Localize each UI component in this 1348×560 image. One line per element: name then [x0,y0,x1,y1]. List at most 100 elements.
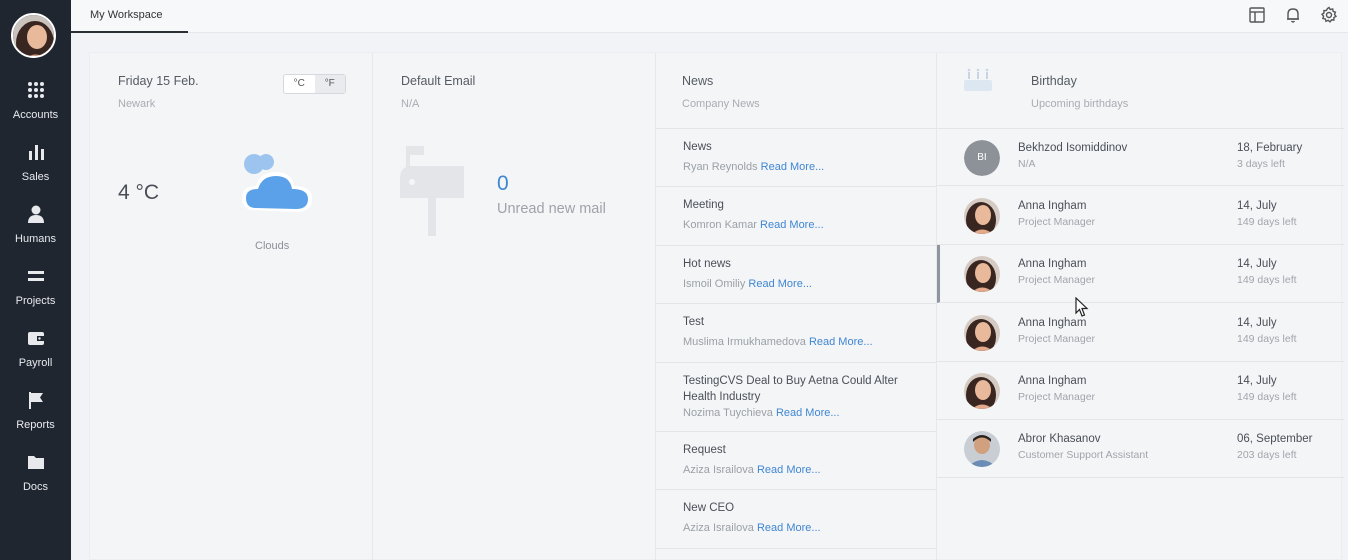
days-left: 149 days left [1237,391,1297,403]
birthday-row[interactable]: Anna Ingham Project Manager 14, July 149… [937,245,1344,303]
unread-mail-count[interactable]: 0 [497,172,509,196]
fahrenheit-option[interactable]: °F [314,75,345,93]
news-item-title: Meeting [683,199,724,211]
days-left: 149 days left [1237,333,1297,345]
birthday-date: 14, July [1237,258,1277,270]
news-item[interactable]: Meeting Komron Kamar Read More... [656,187,937,246]
temperature-value: 4 °C [118,181,160,204]
person-role: N/A [1018,158,1036,170]
sidebar-item-accounts[interactable]: Accounts [0,80,71,142]
folder-icon [27,456,44,469]
mailbox-icon [400,146,464,236]
sidebar-item-label: Docs [22,481,49,493]
mouse-cursor-icon [1075,297,1089,317]
read-more-link[interactable]: Read More... [757,522,821,534]
birthday-row[interactable]: BI Bekhzod Isomiddinov N/A 18, February … [937,128,1344,186]
weather-date: Friday 15 Feb. [118,74,199,88]
person-icon [27,205,44,223]
news-item-title: Request [683,444,726,456]
read-more-link[interactable]: Read More... [748,278,812,290]
unread-mail-label: Unread new mail [497,201,606,217]
sidebar-item-label: Projects [15,295,56,307]
news-item[interactable]: TestingCVS Deal to Buy Aetna Could Alter… [656,363,937,432]
news-item-author: Ismoil Omiliy [683,278,746,290]
news-item-author: Aziza Israilova [683,464,754,476]
tab-my-workspace[interactable]: My Workspace [71,0,188,33]
sidebar-item-label: Payroll [18,357,53,369]
equals-icon [27,271,44,281]
temperature-unit-toggle[interactable]: °C °F [283,74,346,94]
cake-icon [964,68,992,91]
days-left: 3 days left [1237,158,1285,170]
sidebar-item-sales[interactable]: Sales [0,142,71,204]
avatar [964,198,1000,234]
person-name: Bekhzod Isomiddinov [1018,142,1128,154]
avatar [964,431,1000,467]
birthday-date: 18, February [1237,142,1303,154]
bar-chart-icon [28,145,44,160]
avatar [964,373,1000,409]
celsius-option[interactable]: °C [284,75,315,93]
sidebar-item-label: Sales [21,171,50,183]
birthday-row[interactable]: Anna Ingham Project Manager 14, July 149… [937,362,1344,420]
email-subtitle: N/A [401,98,420,110]
news-item[interactable]: New CEO Aziza Israilova Read More... [656,490,937,549]
person-role: Customer Support Assistant [1018,449,1149,461]
news-item[interactable]: Request Aziza Israilova Read More... [656,432,937,490]
birthday-date: 14, July [1237,200,1277,212]
grid-icon [27,82,44,98]
birthday-date: 14, July [1237,317,1277,329]
days-left: 203 days left [1237,449,1297,461]
weather-widget: Friday 15 Feb. Newark °C °F 4 °C Clouds [90,53,373,560]
birthday-title: Birthday [1031,74,1077,88]
news-item[interactable]: Test Muslima Irmukhamedova Read More... [656,304,937,363]
person-role: Project Manager [1018,391,1096,403]
person-role: Project Manager [1018,216,1096,228]
days-left: 149 days left [1237,274,1297,286]
sidebar-item-label: Reports [16,419,55,431]
layout-icon[interactable] [1248,6,1266,24]
person-name: Anna Ingham [1018,375,1087,387]
wallet-icon [27,332,44,345]
read-more-link[interactable]: Read More... [757,464,821,476]
news-item-title: News [683,141,712,153]
bell-icon[interactable] [1284,6,1302,24]
news-item-author: Nozima Tuychieva [683,407,773,419]
sidebar-item-payroll[interactable]: Payroll [0,328,71,390]
news-item-author: Komron Kamar [683,219,757,231]
sidebar-item-label: Humans [15,233,56,245]
avatar [964,315,1000,351]
sidebar-item-docs[interactable]: Docs [0,452,71,514]
news-item-title: Hot news [683,258,731,270]
flag-icon [28,392,43,409]
news-item[interactable]: Hot news Ismoil Omiliy Read More... [656,246,937,304]
sidebar: Accounts Sales Humans Projects Payroll R… [0,0,71,560]
person-role: Project Manager [1018,274,1096,286]
birthday-row[interactable]: Abror Khasanov Customer Support Assistan… [937,420,1344,478]
dashboard-widgets: Friday 15 Feb. Newark °C °F 4 °C Clouds … [89,52,1344,560]
avatar [964,256,1000,292]
top-bar: My Workspace [71,0,1348,33]
sidebar-item-humans[interactable]: Humans [0,204,71,266]
gear-icon[interactable] [1320,6,1338,24]
cloud-icon [242,154,312,212]
person-name: Anna Ingham [1018,317,1087,329]
read-more-link[interactable]: Read More... [776,407,840,419]
birthday-subtitle: Upcoming birthdays [1031,98,1129,110]
read-more-link[interactable]: Read More... [761,161,825,173]
news-item-author: Ryan Reynolds [683,161,758,173]
sidebar-item-projects[interactable]: Projects [0,266,71,328]
birthday-row[interactable]: Anna Ingham Project Manager 14, July 149… [937,187,1344,245]
sidebar-item-reports[interactable]: Reports [0,390,71,452]
read-more-link[interactable]: Read More... [809,336,873,348]
birthday-row[interactable]: Anna Ingham Project Manager 14, July 149… [937,304,1344,362]
read-more-link[interactable]: Read More... [760,219,824,231]
person-role: Project Manager [1018,333,1096,345]
news-item-title: New CEO [683,502,735,514]
birthday-date: 06, September [1237,433,1313,445]
days-left: 149 days left [1237,216,1297,228]
news-item[interactable]: News Ryan Reynolds Read More... [656,128,937,187]
birthday-widget: Birthday Upcoming birthdays BI Bekhzod I… [937,53,1344,560]
avatar: BI [964,140,1000,176]
user-avatar[interactable] [11,13,56,58]
